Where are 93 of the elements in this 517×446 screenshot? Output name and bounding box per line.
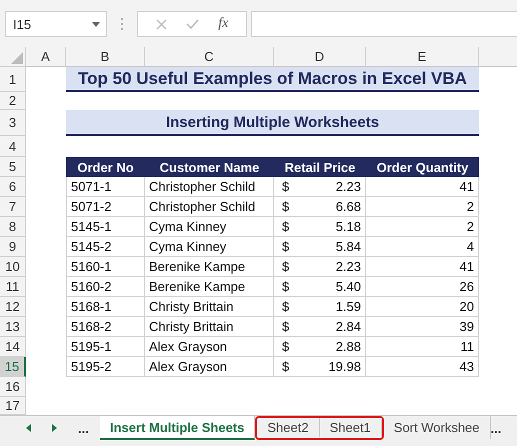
- row-header[interactable]: 11: [0, 277, 26, 297]
- currency-symbol: $: [282, 299, 290, 314]
- scroll-left-icon[interactable]: [26, 424, 31, 432]
- column-header[interactable]: E: [366, 47, 479, 67]
- row-header[interactable]: 15: [0, 357, 26, 377]
- more-sheets-right[interactable]: ...: [490, 420, 502, 436]
- column-header[interactable]: C: [145, 47, 274, 67]
- table-cell: 5145-1: [66, 217, 145, 237]
- table-cell: 5160-1: [66, 257, 145, 277]
- name-box[interactable]: I15: [5, 11, 107, 37]
- table-cell: Christopher Schild: [145, 197, 274, 217]
- price-value: 5.18: [336, 219, 361, 234]
- cancel-icon[interactable]: [156, 18, 167, 30]
- currency-symbol: $: [282, 239, 290, 254]
- currency-symbol: $: [282, 199, 290, 214]
- table-cell: Berenike Kampe: [145, 277, 274, 297]
- table-cell: Alex Grayson: [145, 337, 274, 357]
- sheet-title: Top 50 Useful Examples of Macros in Excel VBA: [66, 67, 479, 92]
- table-cell: 5195-2: [66, 357, 145, 377]
- price-value: 2.23: [336, 179, 361, 194]
- row-header[interactable]: 5: [0, 157, 26, 177]
- row-header[interactable]: 10: [0, 257, 26, 277]
- currency-symbol: $: [282, 319, 290, 334]
- table-cell: Christopher Schild: [145, 177, 274, 197]
- table-header: Order No: [66, 157, 145, 177]
- table-cell: 5071-2: [66, 197, 145, 217]
- table-cell: Berenike Kampe: [145, 257, 274, 277]
- currency-symbol: $: [282, 359, 290, 374]
- price-value: 1.59: [336, 299, 361, 314]
- insert-function-button[interactable]: fx: [218, 16, 228, 32]
- row-header[interactable]: 7: [0, 197, 26, 217]
- table-header: Retail Price: [274, 157, 366, 177]
- table-cell: Christy Brittain: [145, 317, 274, 337]
- currency-symbol: $: [282, 279, 290, 294]
- price-value: 5.84: [336, 239, 361, 254]
- currency-symbol: $: [282, 179, 290, 194]
- table-cell: 11: [366, 337, 479, 357]
- table-cell: 5160-2: [66, 277, 145, 297]
- row-header[interactable]: 9: [0, 237, 26, 257]
- price-value: 2.88: [336, 339, 361, 354]
- table-cell: Cyma Kinney: [145, 237, 274, 257]
- row-header[interactable]: 3: [0, 110, 26, 136]
- sheet-tab[interactable]: Insert Multiple Sheets: [100, 416, 256, 440]
- currency-symbol: $: [282, 219, 290, 234]
- column-header[interactable]: A: [26, 47, 66, 67]
- row-header[interactable]: 4: [0, 136, 26, 157]
- table-header: Customer Name: [145, 157, 274, 177]
- table-cell: Alex Grayson: [145, 357, 274, 377]
- row-header[interactable]: 8: [0, 217, 26, 237]
- column-header[interactable]: B: [66, 47, 145, 67]
- table-cell: 2: [366, 197, 479, 217]
- table-cell: 41: [366, 257, 479, 277]
- dropdown-caret-icon[interactable]: [92, 22, 100, 26]
- price-value: 2.84: [336, 319, 361, 334]
- table-cell: 43: [366, 357, 479, 377]
- drag-handle-icon: [120, 17, 124, 31]
- table-cell: 26: [366, 277, 479, 297]
- row-header[interactable]: 14: [0, 337, 26, 357]
- row-header[interactable]: 2: [0, 92, 26, 110]
- section-title: Inserting Multiple Worksheets: [66, 110, 479, 136]
- checkmark-icon[interactable]: [186, 19, 199, 29]
- table-cell: 5168-1: [66, 297, 145, 317]
- more-sheets-left[interactable]: ...: [78, 420, 89, 436]
- scroll-right-icon[interactable]: [52, 424, 57, 432]
- table-cell: 5071-1: [66, 177, 145, 197]
- table-cell: 5195-1: [66, 337, 145, 357]
- select-all-icon[interactable]: [11, 52, 23, 64]
- price-value: 5.40: [336, 279, 361, 294]
- table-cell: 5168-2: [66, 317, 145, 337]
- row-header[interactable]: 6: [0, 177, 26, 197]
- formula-input[interactable]: [251, 11, 517, 37]
- table-cell: 5145-2: [66, 237, 145, 257]
- sheet-tab[interactable]: Sheet2: [257, 418, 320, 438]
- table-header: Order Quantity: [366, 157, 479, 177]
- table-cell: Christy Brittain: [145, 297, 274, 317]
- row-header[interactable]: 17: [0, 397, 26, 415]
- currency-symbol: $: [282, 339, 290, 354]
- table-cell: 41: [366, 177, 479, 197]
- column-header[interactable]: D: [274, 47, 366, 67]
- currency-symbol: $: [282, 259, 290, 274]
- table-cell: 20: [366, 297, 479, 317]
- row-header[interactable]: 13: [0, 317, 26, 337]
- row-header[interactable]: 1: [0, 67, 26, 92]
- row-header[interactable]: 16: [0, 377, 26, 397]
- row-header[interactable]: 12: [0, 297, 26, 317]
- sheet-tab[interactable]: Sheet1: [320, 418, 382, 438]
- table-cell: 39: [366, 317, 479, 337]
- table-cell: Cyma Kinney: [145, 217, 274, 237]
- price-value: 6.68: [336, 199, 361, 214]
- table-cell: 2: [366, 217, 479, 237]
- price-value: 19.98: [328, 359, 361, 374]
- price-value: 2.23: [336, 259, 361, 274]
- table-cell: 4: [366, 237, 479, 257]
